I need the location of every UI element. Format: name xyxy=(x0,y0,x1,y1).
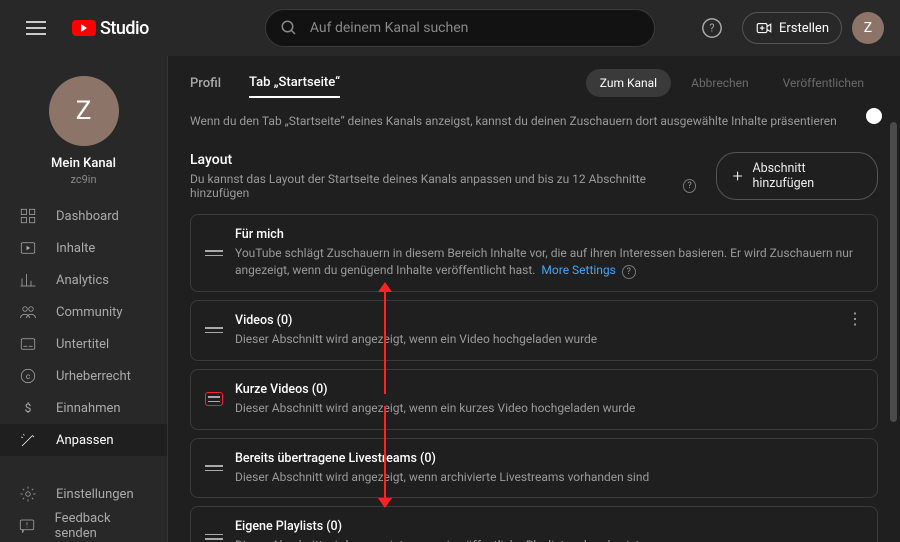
create-button[interactable]: Erstellen xyxy=(742,12,842,44)
main: Profil Tab „Startseite“ Zum Kanal Abbrec… xyxy=(168,56,900,542)
logo[interactable]: Studio xyxy=(72,18,149,39)
section-card: Eigene Playlists (0) Dieser Abschnitt wi… xyxy=(190,506,878,542)
drag-handle-icon[interactable] xyxy=(205,461,223,475)
create-icon xyxy=(755,19,773,37)
search-input[interactable] xyxy=(310,20,640,36)
subtitles-icon xyxy=(18,335,38,353)
section-card: ⋮ Videos (0) Dieser Abschnitt wird angez… xyxy=(190,300,878,361)
cancel-button[interactable]: Abbrechen xyxy=(677,69,763,97)
to-channel-button[interactable]: Zum Kanal xyxy=(586,69,671,97)
section-list: Für mich YouTube schlägt Zuschauern in d… xyxy=(190,214,878,542)
tabs: Profil Tab „Startseite“ Zum Kanal Abbrec… xyxy=(190,56,878,110)
sidebar-item-community[interactable]: Community xyxy=(0,296,167,328)
topbar: Studio ? Erstellen Z xyxy=(0,0,900,56)
channel-handle: zc9in xyxy=(70,173,96,186)
avatar[interactable]: Z xyxy=(852,12,884,44)
sidebar-item-content[interactable]: Inhalte xyxy=(0,232,167,264)
drag-handle-icon[interactable] xyxy=(205,530,223,542)
search-box[interactable] xyxy=(265,9,655,47)
sidebar-item-customization[interactable]: Anpassen xyxy=(0,424,167,456)
drag-handle-icon[interactable] xyxy=(205,392,223,406)
dollar-icon: $ xyxy=(18,399,38,417)
sidebar-item-copyright[interactable]: cUrheberrecht xyxy=(0,360,167,392)
create-button-label: Erstellen xyxy=(779,21,829,36)
sidebar-item-dashboard[interactable]: Dashboard xyxy=(0,200,167,232)
logo-text: Studio xyxy=(100,18,149,39)
sidebar: Z Mein Kanal zc9in Dashboard Inhalte Ana… xyxy=(0,56,168,542)
toggle-knob[interactable] xyxy=(866,108,882,124)
feedback-icon xyxy=(18,517,37,535)
sidebar-item-monetization[interactable]: $Einnahmen xyxy=(0,392,167,424)
sidebar-item-feedback[interactable]: Feedback senden xyxy=(0,510,167,542)
sidebar-item-analytics[interactable]: Analytics xyxy=(0,264,167,296)
layout-subtitle: Du kannst das Layout der Startseite dein… xyxy=(190,172,696,200)
section-card: Bereits übertragene Livestreams (0) Dies… xyxy=(190,438,878,499)
content-icon xyxy=(18,239,38,257)
section-card: Für mich YouTube schlägt Zuschauern in d… xyxy=(190,214,878,292)
plus-icon xyxy=(731,169,744,183)
analytics-icon xyxy=(18,271,38,289)
publish-button[interactable]: Veröffentlichen xyxy=(769,69,878,97)
gear-icon xyxy=(18,485,38,503)
sidebar-item-settings[interactable]: Einstellungen xyxy=(0,478,167,510)
community-icon xyxy=(18,303,38,321)
sidebar-item-subtitles[interactable]: Untertitel xyxy=(0,328,167,360)
drag-handle-icon[interactable] xyxy=(205,246,223,260)
hamburger-icon[interactable] xyxy=(16,8,56,48)
drag-handle-icon[interactable] xyxy=(205,323,223,337)
youtube-icon xyxy=(72,20,96,36)
help-icon[interactable]: ? xyxy=(692,8,732,48)
channel-avatar[interactable]: Z xyxy=(49,76,119,146)
svg-text:c: c xyxy=(26,372,31,382)
dashboard-icon xyxy=(18,207,38,225)
tab-profile[interactable]: Profil xyxy=(190,70,221,97)
svg-text:?: ? xyxy=(709,22,714,35)
kebab-icon[interactable]: ⋮ xyxy=(847,315,863,323)
tab-description: Wenn du den Tab „Startseite“ deines Kana… xyxy=(190,114,878,128)
add-section-button[interactable]: Abschnitt hinzufügen xyxy=(716,152,878,200)
layout-title: Layout xyxy=(190,152,696,168)
scrollbar[interactable] xyxy=(890,62,897,536)
copyright-icon: c xyxy=(18,367,38,385)
channel-block: Z Mein Kanal zc9in xyxy=(0,64,167,200)
scrollbar-thumb[interactable] xyxy=(890,122,897,422)
section-card: Kurze Videos (0) Dieser Abschnitt wird a… xyxy=(190,369,878,430)
help-icon[interactable]: ? xyxy=(683,179,696,193)
svg-text:$: $ xyxy=(25,401,32,415)
tab-home[interactable]: Tab „Startseite“ xyxy=(249,69,340,98)
channel-name: Mein Kanal xyxy=(51,156,116,171)
search-icon xyxy=(280,19,298,37)
wand-icon xyxy=(18,431,38,449)
help-icon[interactable]: ? xyxy=(622,265,636,279)
more-settings-link[interactable]: More Settings xyxy=(541,263,615,277)
